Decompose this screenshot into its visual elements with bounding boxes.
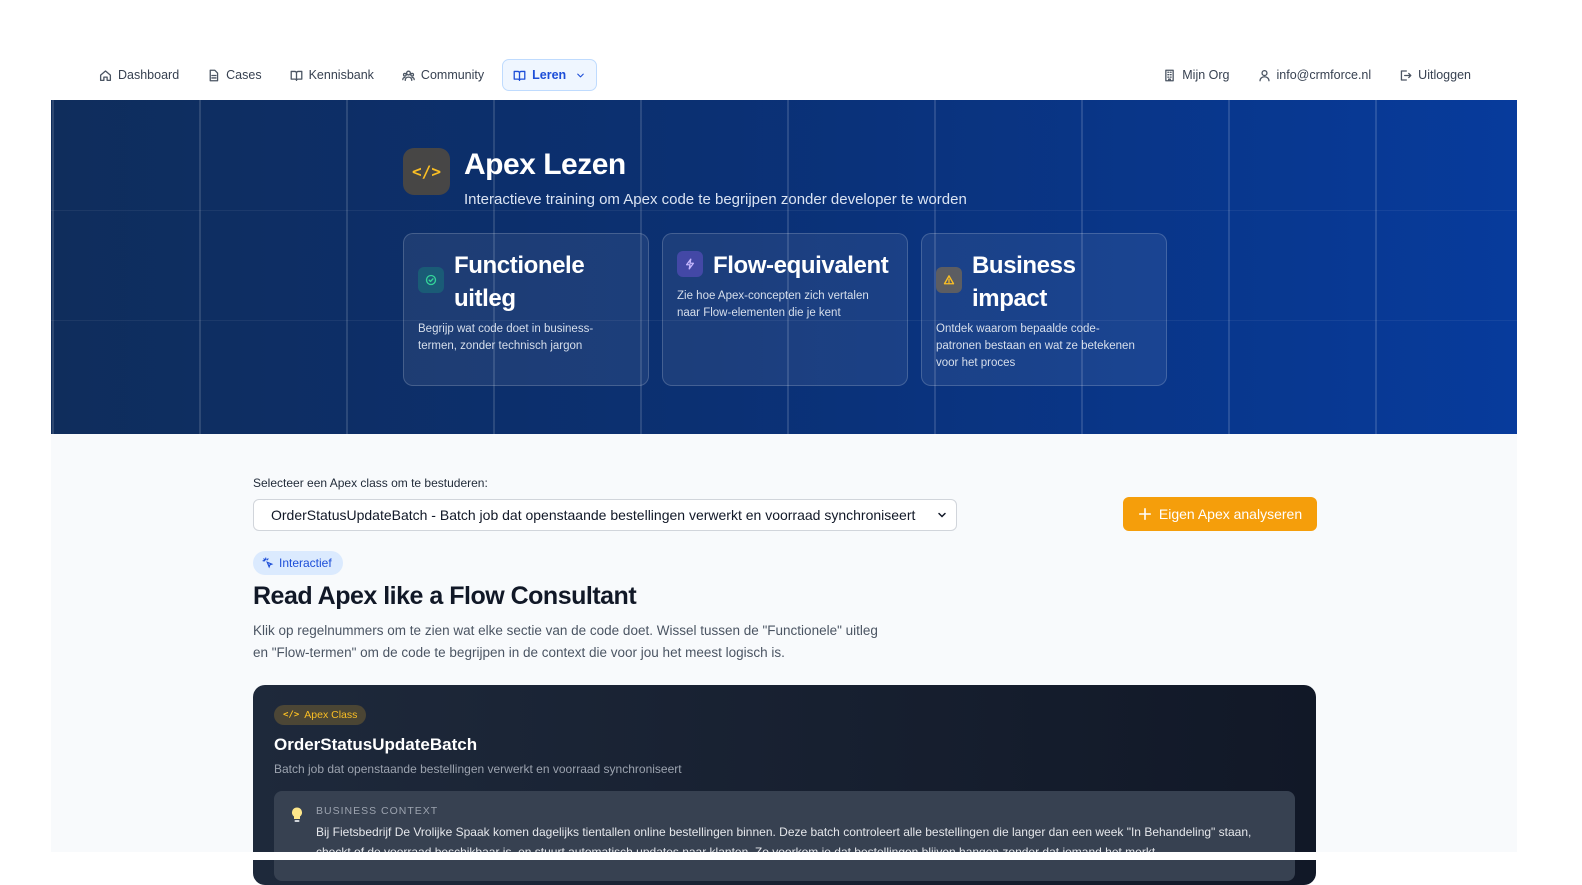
logout-icon	[1400, 69, 1412, 81]
apex-class-badge-label: Apex Class	[304, 709, 358, 721]
interactive-badge-label: Interactief	[279, 556, 332, 570]
warning-icon	[936, 267, 962, 293]
apex-class-subtitle: Batch job dat openstaande bestellingen v…	[274, 762, 682, 776]
nav-kennisbank-label: Kennisbank	[308, 68, 374, 82]
apex-class-select[interactable]: OrderStatusUpdateBatch - Batch job dat o…	[253, 499, 957, 531]
nav-leren[interactable]: Leren	[502, 59, 598, 91]
feature-card-title: Business impact	[972, 252, 1076, 312]
nav-logout-label: Uitloggen	[1418, 68, 1471, 82]
nav-dashboard-label: Dashboard	[118, 68, 180, 82]
analyze-apex-button[interactable]: Eigen Apex analyseren	[1123, 497, 1317, 531]
nav-mijn-org[interactable]: Mijn Org	[1153, 59, 1239, 91]
business-context-label: BUSINESS CONTEXT	[316, 805, 439, 817]
nav-account-label: info@crmforce.nl	[1276, 68, 1372, 82]
code-icon: </>	[283, 710, 300, 720]
nav-logout[interactable]: Uitloggen	[1389, 59, 1481, 91]
user-icon	[1258, 69, 1270, 81]
nav-dashboard[interactable]: Dashboard	[89, 59, 189, 91]
nav-community-label: Community	[420, 68, 485, 82]
file-icon	[209, 69, 219, 81]
viewport-bottom-edge	[0, 852, 1582, 860]
feature-card-functionele-uitleg: Functionele uitleg Begrijp wat code doet …	[403, 233, 649, 386]
feature-card-title: Functionele uitleg	[454, 252, 585, 312]
apex-class-badge: </> Apex Class	[274, 705, 367, 725]
nav-mijn-org-label: Mijn Org	[1182, 68, 1230, 82]
nav-community[interactable]: Community	[392, 59, 494, 91]
home-icon	[99, 69, 112, 81]
section-heading: Read Apex like a Flow Consultant	[253, 582, 637, 610]
business-context-box: BUSINESS CONTEXT Bij Fietsbedrijf De Vro…	[274, 791, 1295, 881]
top-nav: Dashboard Cases Kennisbank Community Ler…	[51, 50, 1517, 100]
class-select-label: Selecteer een Apex class om te bestudere…	[253, 476, 488, 490]
feature-card-desc: Begrijp wat code doet in business-termen…	[418, 323, 594, 352]
interactive-badge: Interactief	[253, 551, 343, 575]
app-frame: Dashboard Cases Kennisbank Community Ler…	[51, 0, 1517, 885]
lightbulb-icon	[292, 807, 302, 822]
hero-title: Apex Lezen	[464, 148, 626, 181]
nav-cases-label: Cases	[226, 68, 262, 82]
apex-class-select-value: OrderStatusUpdateBatch - Batch job dat o…	[271, 507, 916, 523]
nav-kennisbank[interactable]: Kennisbank	[280, 59, 384, 91]
pointer-click-icon	[262, 557, 274, 569]
book-open-icon	[513, 70, 526, 81]
check-circle-icon	[418, 267, 444, 293]
building-icon	[1165, 69, 1175, 81]
nav-leren-label: Leren	[532, 68, 567, 82]
feature-card-business-impact: Business impact Ontdek waarom bepaalde co…	[921, 233, 1167, 386]
nav-account[interactable]: info@crmforce.nl	[1248, 59, 1382, 91]
chevron-down-icon	[577, 73, 584, 77]
book-icon	[290, 70, 303, 81]
feature-card-title: Flow-equivalent	[713, 252, 889, 279]
plus-icon	[1138, 507, 1151, 521]
analyze-apex-label: Eigen Apex analyseren	[1158, 506, 1303, 522]
nav-cases[interactable]: Cases	[197, 59, 271, 91]
hero-grid-line	[51, 210, 1517, 211]
hero-subtitle: Interactieve training om Apex code te be…	[464, 191, 967, 208]
users-icon	[402, 70, 415, 81]
feature-card-desc: Ontdek waarom bepaalde code-patronen bes…	[936, 323, 1135, 369]
feature-card-flow-equivalent: Flow-equivalent Zie hoe Apex-concepten z…	[662, 233, 908, 386]
hero-banner: </> Apex Lezen Interactieve training om …	[51, 100, 1517, 434]
feature-card-desc: Zie hoe Apex-concepten zich vertalen naar…	[677, 290, 869, 319]
chevron-down-icon	[938, 512, 946, 518]
main-content: Selecteer een Apex class om te bestudere…	[51, 434, 1517, 885]
section-intro: Klik op regelnummers om te zien wat elke…	[253, 623, 878, 660]
apex-class-title: OrderStatusUpdateBatch	[274, 735, 478, 754]
code-icon: </>	[403, 148, 450, 195]
bolt-icon	[677, 251, 703, 277]
